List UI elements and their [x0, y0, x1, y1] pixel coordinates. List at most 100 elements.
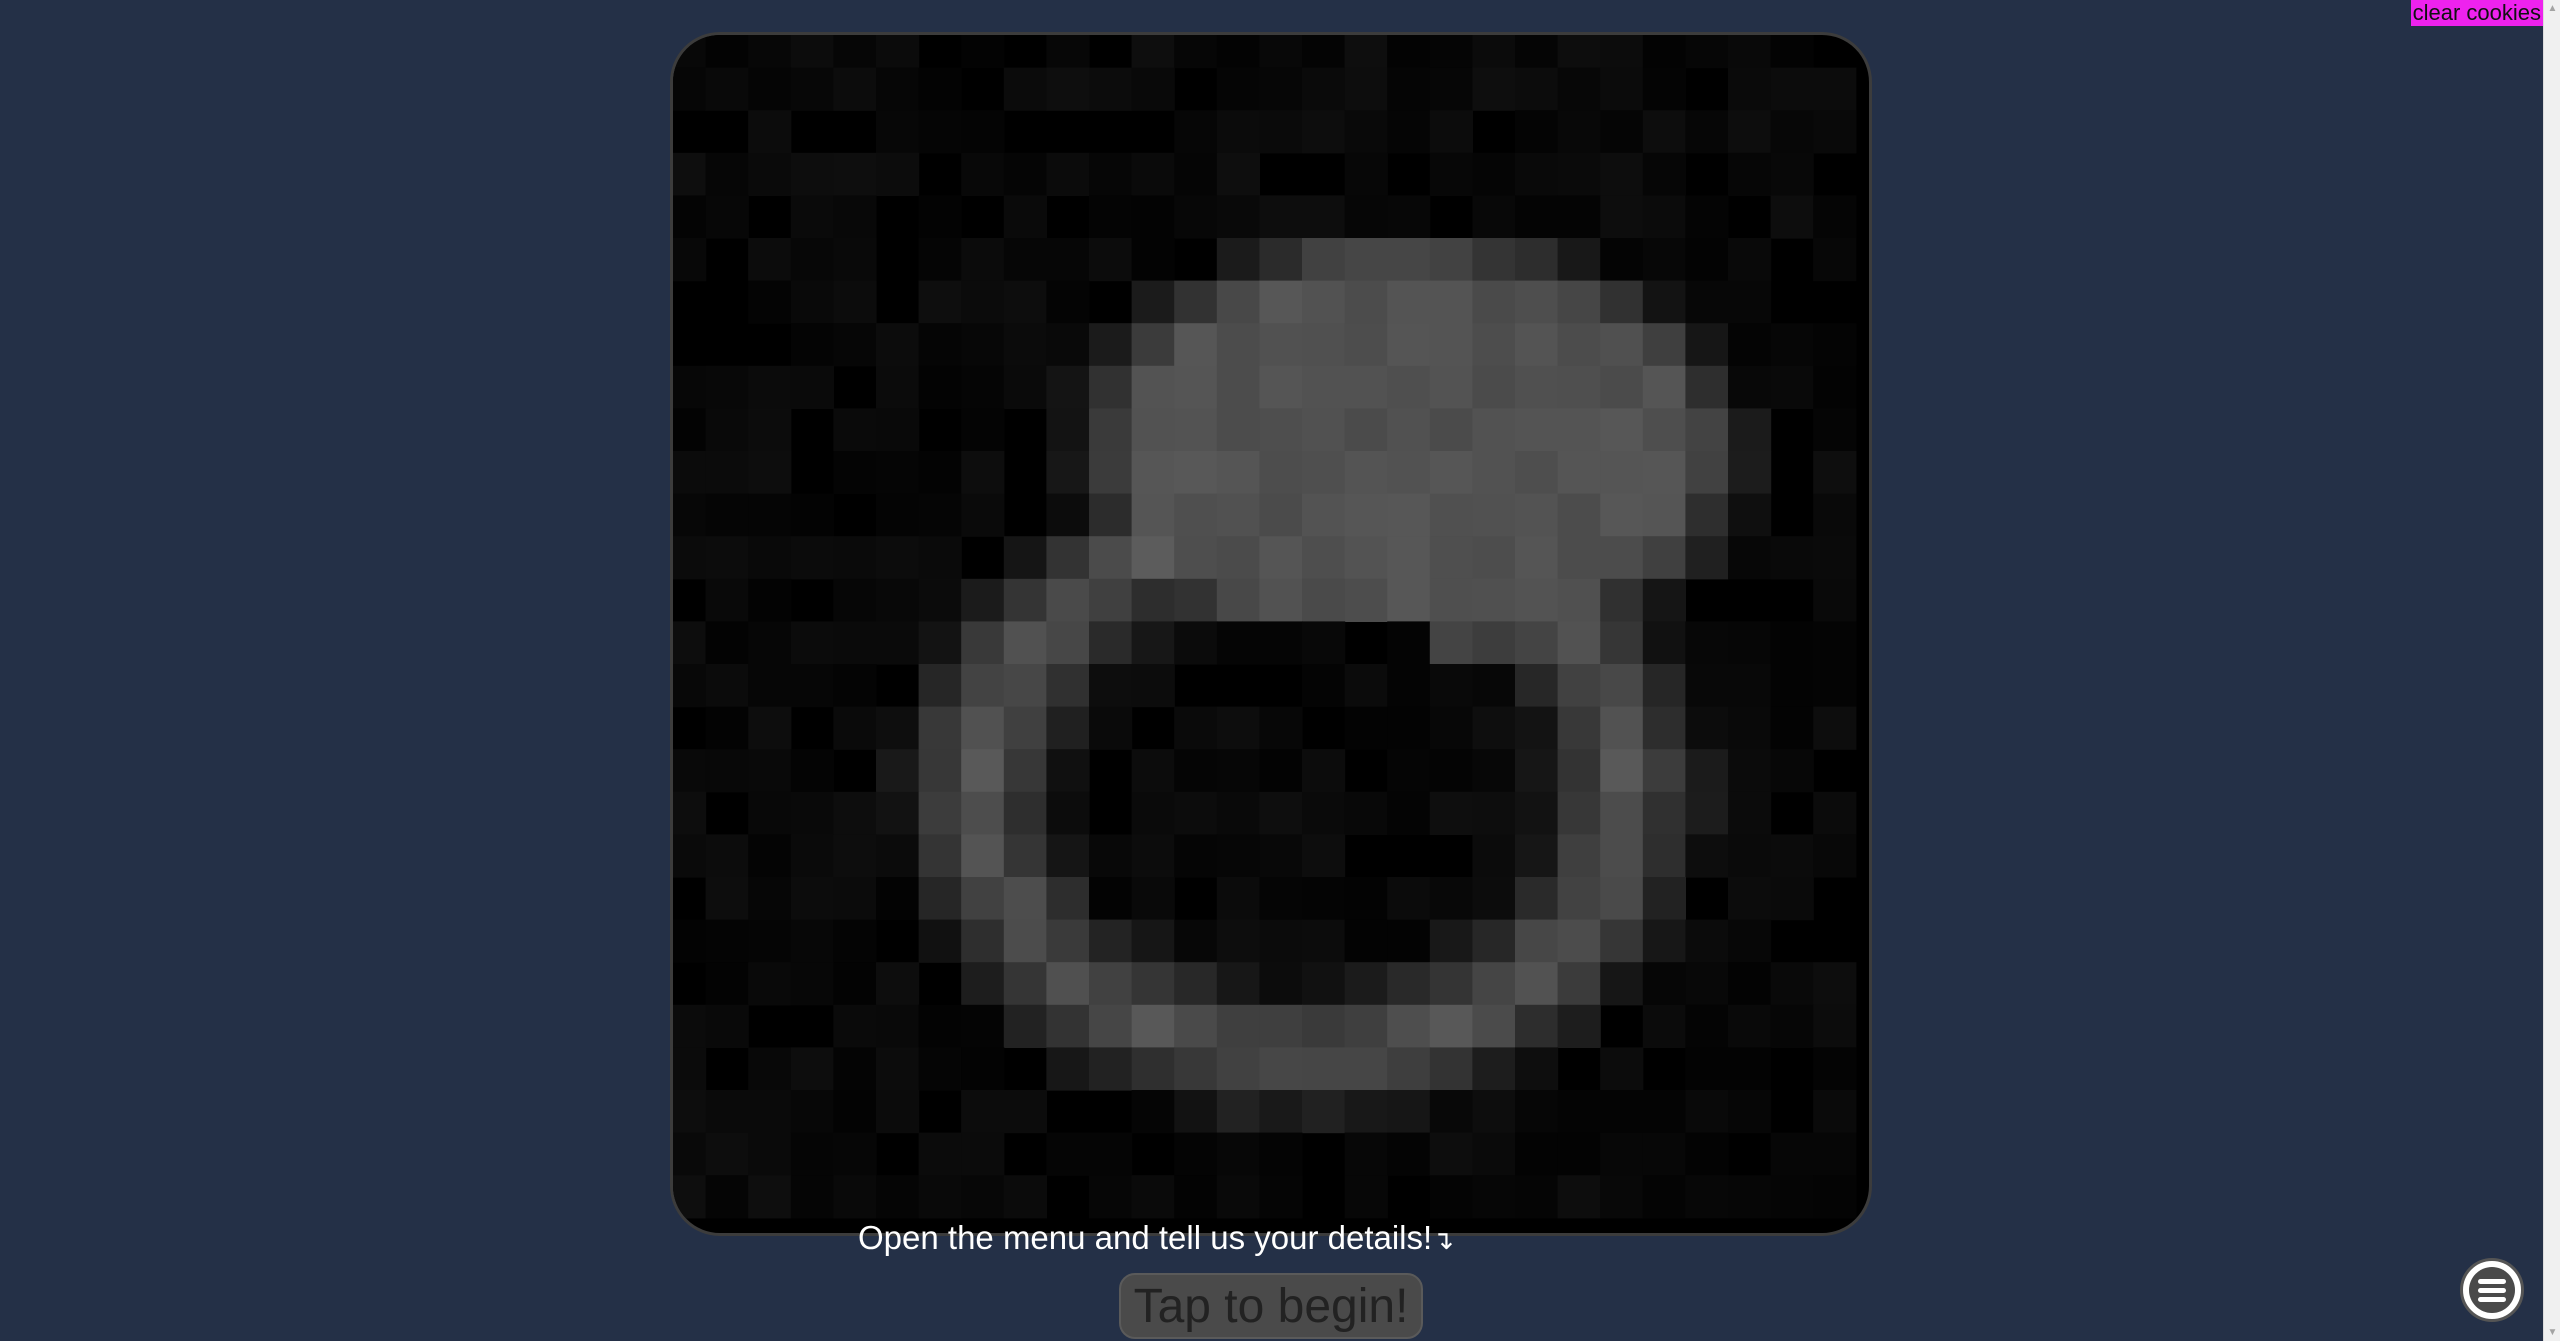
- pixel-cell: [1302, 962, 1346, 1006]
- pixel-cell: [1003, 67, 1047, 111]
- clear-cookies-button[interactable]: clear cookies: [2410, 0, 2543, 26]
- pixel-cell: [790, 238, 834, 282]
- pixel-cell: [1003, 664, 1047, 708]
- pixel-cell: [1600, 238, 1644, 282]
- pixel-cell: [1344, 152, 1388, 196]
- pixel-cell: [1344, 238, 1388, 282]
- pixel-cell: [748, 621, 792, 665]
- pixel-cell: [1429, 621, 1473, 665]
- pixel-cell: [961, 664, 1005, 708]
- pixel-cell: [1813, 664, 1857, 708]
- pixel-cell: [1557, 706, 1601, 750]
- pixel-cell: [705, 1090, 749, 1134]
- menu-button[interactable]: [2460, 1258, 2524, 1322]
- pixel-cell: [1174, 280, 1218, 324]
- pixel-cell: [1302, 664, 1346, 708]
- pixel-cell: [1472, 919, 1516, 963]
- pixel-cell: [705, 152, 749, 196]
- tap-to-begin-button[interactable]: Tap to begin!: [1119, 1273, 1423, 1339]
- pixel-cell: [1387, 749, 1431, 793]
- pixel-cell: [1387, 280, 1431, 324]
- pixel-cell: [1344, 578, 1388, 622]
- pixel-cell: [1003, 1090, 1047, 1134]
- pixel-cell: [1302, 323, 1346, 367]
- pixel-cell: [673, 919, 707, 963]
- pixel-cell: [1387, 664, 1431, 708]
- pixel-cell: [1131, 664, 1175, 708]
- vertical-scrollbar[interactable]: ▲ ▼: [2543, 0, 2560, 1341]
- menu-bar-icon: [2478, 1279, 2506, 1284]
- pixel-cell: [1515, 664, 1559, 708]
- pixel-cell: [1770, 877, 1814, 921]
- pixel-cell: [1813, 195, 1857, 239]
- pixel-cell: [1003, 962, 1047, 1006]
- pixel-cell: [1131, 877, 1175, 921]
- pixel-cell: [1174, 1090, 1218, 1134]
- pixel-cell: [833, 578, 877, 622]
- pixel-cell: [1259, 791, 1303, 835]
- pixel-cell: [748, 536, 792, 580]
- pixel-cell: [876, 706, 920, 750]
- pixel-cell: [1302, 578, 1346, 622]
- pixel-cell: [1174, 536, 1218, 580]
- pixel-cell: [1131, 408, 1175, 452]
- pixel-cell: [1003, 1175, 1047, 1219]
- pixel-cell: [1302, 1090, 1346, 1134]
- pixel-cell: [1216, 365, 1260, 409]
- pixel-cell: [1813, 451, 1857, 495]
- pixel-cell: [1302, 1047, 1346, 1091]
- pixel-cell: [1387, 578, 1431, 622]
- pixel-cell: [1131, 749, 1175, 793]
- pixel-cell: [1813, 67, 1857, 111]
- pixel-cell: [1557, 110, 1601, 154]
- pixel-cell: [1429, 1132, 1473, 1176]
- pixel-cell: [1515, 834, 1559, 878]
- pixel-cell: [1600, 578, 1644, 622]
- pixel-cell: [918, 493, 962, 537]
- pixel-cell: [961, 791, 1005, 835]
- pixel-cell: [1131, 365, 1175, 409]
- pixel-cell: [1216, 195, 1260, 239]
- pixel-cell: [1728, 67, 1772, 111]
- pixel-cell: [748, 238, 792, 282]
- pixel-cell: [1003, 238, 1047, 282]
- pixel-cell: [1174, 493, 1218, 537]
- pixel-cell: [1515, 706, 1559, 750]
- pixel-cell: [1344, 919, 1388, 963]
- pixel-cell: [1429, 365, 1473, 409]
- pixel-cell: [833, 1004, 877, 1048]
- pixel-cell: [1003, 323, 1047, 367]
- pixel-cell: [833, 536, 877, 580]
- scroll-up-icon[interactable]: ▲: [2544, 0, 2560, 17]
- pixel-cell: [1557, 791, 1601, 835]
- pixel-cell: [705, 962, 749, 1006]
- pixel-cell: [790, 323, 834, 367]
- pixel-cell: [1046, 791, 1090, 835]
- pixel-cell: [1216, 1175, 1260, 1219]
- pixel-cell: [705, 749, 749, 793]
- scroll-down-icon[interactable]: ▼: [2544, 1324, 2560, 1341]
- pixel-cell: [1174, 791, 1218, 835]
- pixel-cell: [1259, 280, 1303, 324]
- pixel-cell: [1259, 1004, 1303, 1048]
- pixel-cell: [748, 749, 792, 793]
- pixel-cell: [1216, 1004, 1260, 1048]
- pixel-art-canvas[interactable]: [670, 32, 1872, 1236]
- pixel-cell: [705, 1175, 749, 1219]
- pixel-cell: [1642, 152, 1686, 196]
- pixel-cell: [1302, 834, 1346, 878]
- pixel-cell: [1472, 962, 1516, 1006]
- pixel-cell: [1131, 621, 1175, 665]
- pixel-cell: [1216, 67, 1260, 111]
- pixel-cell: [833, 35, 877, 69]
- pixel-cell: [1472, 791, 1516, 835]
- pixel-cell: [1728, 877, 1772, 921]
- pixel-cell: [1600, 1132, 1644, 1176]
- pixel-cell: [748, 67, 792, 111]
- pixel-cell: [1344, 706, 1388, 750]
- pixel-cell: [1515, 1004, 1559, 1048]
- pixel-cell: [1429, 280, 1473, 324]
- pixel-cell: [790, 1090, 834, 1134]
- pixel-cell: [1046, 664, 1090, 708]
- pixel-cell: [1089, 919, 1133, 963]
